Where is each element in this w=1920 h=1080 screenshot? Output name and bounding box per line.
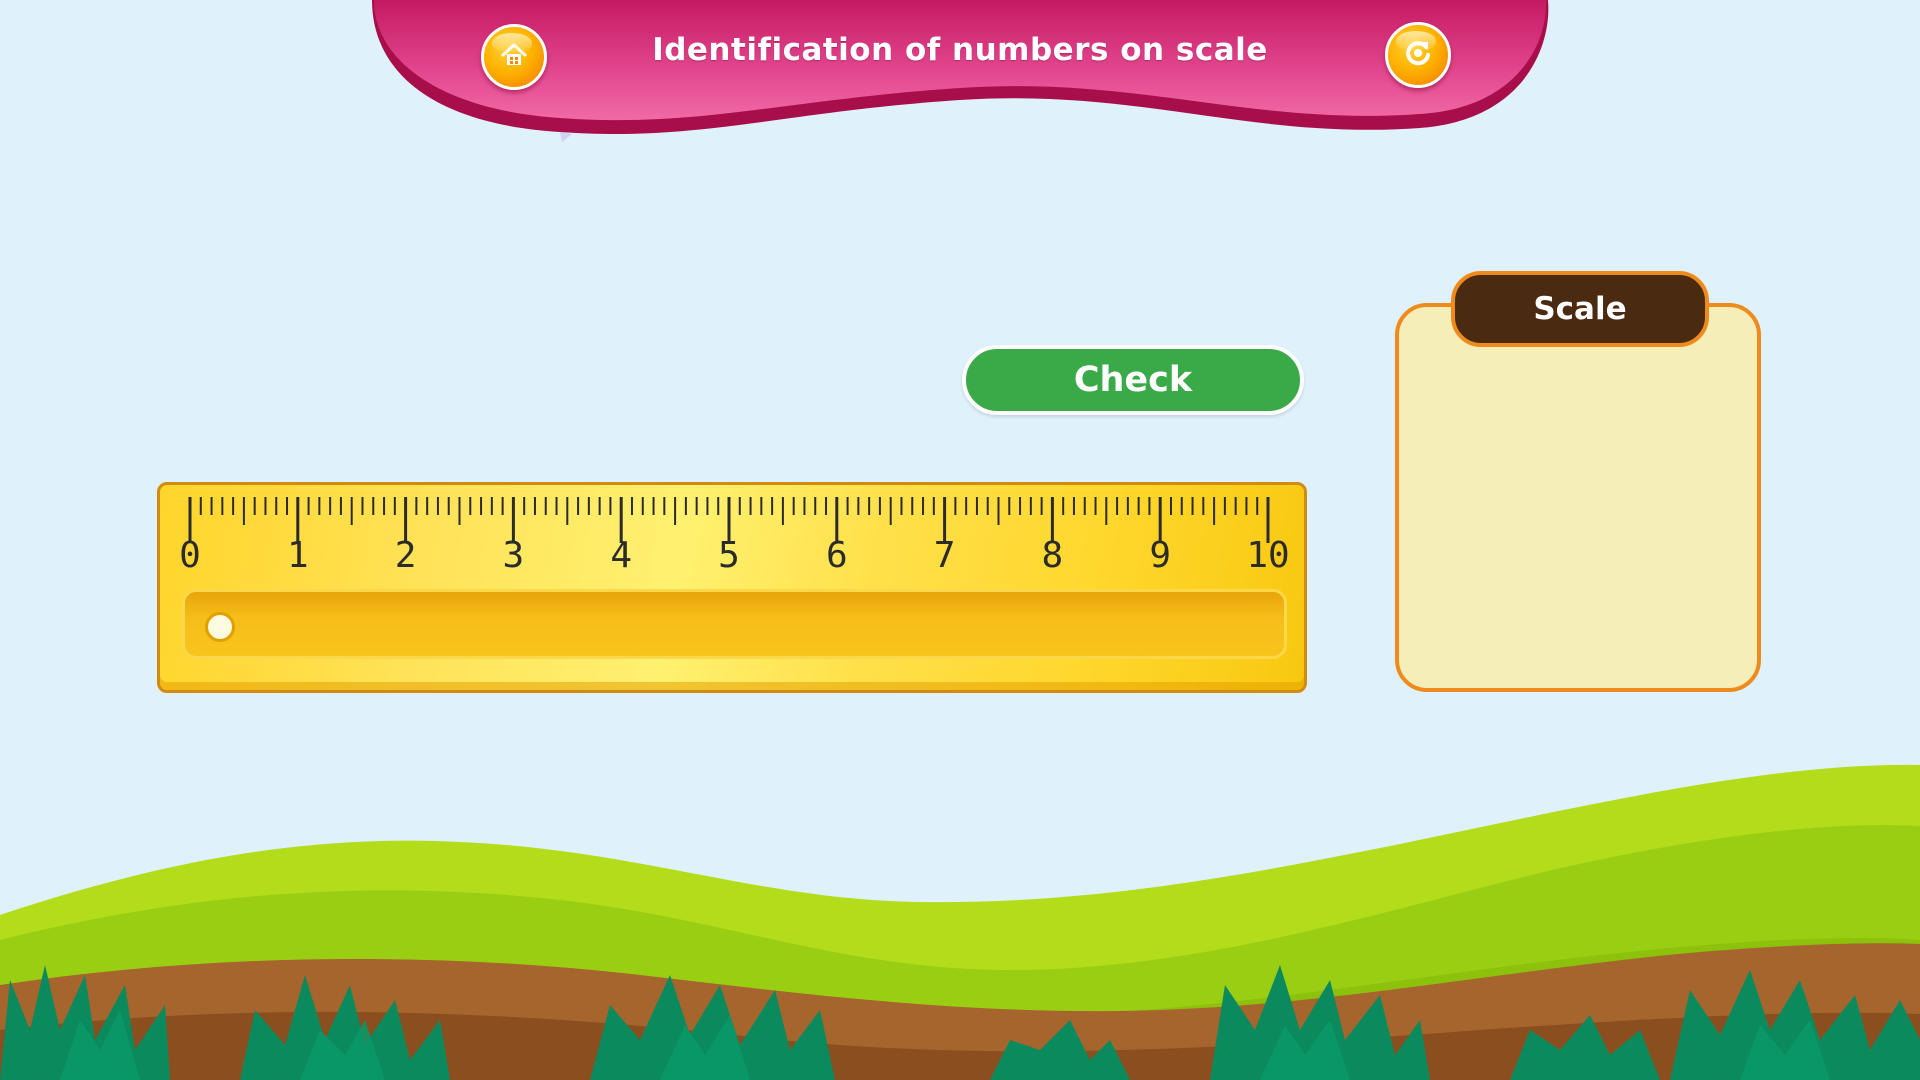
check-button[interactable]: Check [962, 345, 1304, 415]
ruler-label: 9 [1149, 535, 1172, 576]
ruler-label: 7 [933, 535, 956, 576]
ruler-label: 1 [286, 535, 309, 576]
ruler-label: 10 [1246, 535, 1290, 576]
page-title: Identification of numbers on scale [652, 32, 1268, 68]
scale-panel-title: Scale [1451, 271, 1709, 347]
ruler-label: 6 [825, 535, 848, 576]
ruler-label: 5 [718, 535, 740, 576]
ruler-label: 0 [179, 535, 201, 576]
ruler-ticks [188, 497, 1270, 543]
ruler-label: 2 [394, 535, 417, 576]
ruler-label: 8 [1041, 535, 1064, 576]
ruler-label: 4 [610, 535, 633, 576]
ruler-label: 3 [502, 535, 525, 576]
scale-drop-zone[interactable] [1395, 303, 1761, 692]
ruler-slot [182, 589, 1287, 659]
replay-icon [1403, 38, 1433, 72]
ruler-hole [205, 612, 235, 642]
ruler[interactable]: 0 1 2 3 4 5 6 7 8 9 10 [157, 482, 1307, 693]
home-icon [499, 40, 529, 74]
replay-button[interactable] [1385, 22, 1451, 88]
home-button[interactable] [481, 24, 547, 90]
